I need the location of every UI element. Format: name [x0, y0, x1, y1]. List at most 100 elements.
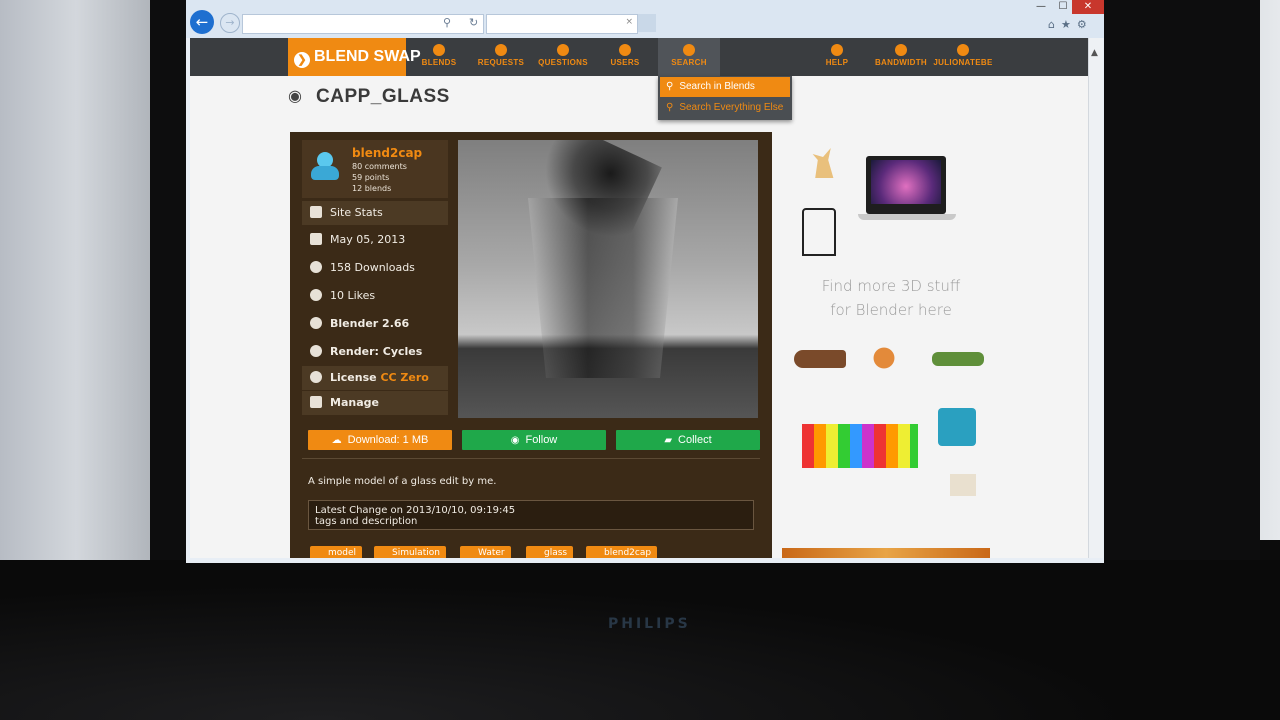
scroll-up-icon[interactable]: ▲ — [1091, 48, 1098, 58]
plants-model-thumb — [932, 352, 984, 366]
laptop-model-thumb — [866, 156, 946, 214]
back-button[interactable]: ← — [190, 10, 214, 34]
browser-toolbar: ← → ⚲ ↻ × — ☐ ✕ ⌂★⚙ — [186, 0, 1104, 38]
advertisement-panel[interactable]: Find more 3D stuff for Blender here — [786, 132, 996, 502]
search-icon: ⚲ — [666, 102, 674, 113]
collect-button[interactable]: ▰ Collect — [616, 430, 760, 450]
author-name[interactable]: blend2cap — [352, 146, 422, 160]
license-value[interactable]: CC Zero — [380, 371, 428, 384]
search-icon — [683, 44, 695, 56]
maximize-button[interactable]: ☐ — [1054, 0, 1072, 14]
monitor-screen: ← → ⚲ ↻ × — ☐ ✕ ⌂★⚙ ❯ BLEND SWAP BLENDS R… — [186, 0, 1104, 563]
divider — [302, 458, 760, 459]
blendswap-logo-icon: ❯ — [294, 52, 310, 68]
blends-icon — [433, 44, 445, 56]
calendar-icon — [310, 233, 322, 245]
new-tab-button[interactable] — [638, 14, 656, 32]
tag-simulation[interactable]: Simulation — [374, 546, 446, 558]
blend-card: blend2cap 80 comments 59 points 12 blend… — [290, 132, 772, 558]
tag-model[interactable]: model — [310, 546, 363, 558]
license-info[interactable]: License CC Zero — [302, 366, 448, 390]
follow-button[interactable]: ◉ Follow — [462, 430, 606, 450]
nav-user-account[interactable]: JULIONATEBE — [932, 38, 994, 76]
question-icon — [557, 44, 569, 56]
site-logo[interactable]: ❯ BLEND SWAP — [288, 38, 421, 76]
requests-icon — [495, 44, 507, 56]
blend-preview-image[interactable] — [458, 140, 758, 418]
jars-model-thumb — [938, 408, 976, 446]
users-icon — [619, 44, 631, 56]
glass-render — [528, 198, 678, 378]
site-nav: ❯ BLEND SWAP BLENDS REQUESTS QUESTIONS US… — [190, 38, 1088, 76]
bandwidth-icon — [895, 44, 907, 56]
help-icon — [831, 44, 843, 56]
blender-version: Blender 2.66 — [302, 311, 448, 337]
latest-change-note: tags and description — [315, 516, 418, 527]
author-blends: 12 blends — [352, 184, 392, 193]
blend-description: A simple model of a glass edit by me. — [308, 476, 497, 487]
folder-icon: ▰ — [664, 435, 673, 446]
desk-shadow — [0, 560, 1280, 720]
latest-change-date: Latest Change on 2013/10/10, 09:19:45 — [315, 505, 516, 516]
forward-button[interactable]: → — [220, 13, 240, 33]
nav-blends[interactable]: BLENDS — [408, 38, 470, 76]
heart-icon — [310, 289, 322, 301]
monitor-brand-label: PHILIPS — [608, 616, 691, 632]
nav-bandwidth[interactable]: BANDWIDTH — [870, 38, 932, 76]
search-icon[interactable]: ⚲ — [443, 16, 451, 29]
deer-model-thumb — [812, 148, 834, 178]
author-box: blend2cap 80 comments 59 points 12 blend… — [302, 140, 448, 198]
manage-icon — [310, 396, 322, 408]
latest-change-box: Latest Change on 2013/10/10, 09:19:45 ta… — [308, 500, 754, 530]
upload-date: May 05, 2013 — [302, 227, 448, 253]
like-count[interactable]: 10 Likes — [302, 283, 448, 309]
tag-blend2cap[interactable]: blend2cap — [586, 546, 658, 558]
nav-users[interactable]: USERS — [594, 38, 656, 76]
blender-icon — [310, 317, 322, 329]
vases-model-thumb — [866, 340, 902, 376]
eye-icon: ◉ — [510, 435, 520, 446]
refresh-icon[interactable]: ↻ — [469, 16, 478, 29]
nav-questions[interactable]: QUESTIONS — [532, 38, 594, 76]
ad-banner-bottom[interactable] — [782, 548, 990, 558]
render-engine: Render: Cycles — [302, 339, 448, 365]
minimize-button[interactable]: — — [1032, 0, 1050, 14]
tab-close-icon[interactable]: × — [625, 17, 633, 27]
home-icon[interactable]: ⌂ — [1048, 18, 1061, 31]
download-button[interactable]: ☁ Download: 1 MB — [308, 430, 452, 450]
search-icon: ⚲ — [666, 81, 674, 92]
star-icon[interactable]: ★ — [1061, 18, 1077, 31]
tag-water[interactable]: Water — [460, 546, 511, 558]
stats-icon — [310, 206, 322, 218]
ipods-model-thumb — [802, 424, 918, 468]
tag-glass[interactable]: glass — [526, 546, 574, 558]
nav-requests[interactable]: REQUESTS — [470, 38, 532, 76]
cloud-download-icon — [310, 261, 322, 273]
page-title: CAPP_GLASS — [316, 86, 450, 107]
cushion-model-thumb — [950, 474, 976, 496]
search-in-blends-option[interactable]: ⚲ Search in Blends — [660, 77, 790, 97]
page-scrollbar[interactable]: ▲ — [1088, 38, 1103, 558]
cc-license-icon — [310, 371, 322, 383]
search-everything-else-option[interactable]: ⚲ Search Everything Else — [660, 98, 790, 118]
avatar[interactable] — [308, 148, 342, 182]
chair-model-thumb — [802, 208, 836, 256]
browser-tab[interactable]: × — [486, 14, 638, 34]
gear-icon[interactable]: ⚙ — [1077, 18, 1093, 31]
search-dropdown: ⚲ Search in Blends ⚲ Search Everything Els… — [658, 76, 792, 120]
browser-toolbar-icons: ⌂★⚙ — [1048, 18, 1093, 31]
shoes-model-thumb — [794, 350, 846, 368]
laptop-base — [858, 214, 956, 220]
close-button[interactable]: ✕ — [1072, 0, 1104, 14]
manage-link[interactable]: Manage — [302, 391, 448, 415]
web-page: ❯ BLEND SWAP BLENDS REQUESTS QUESTIONS US… — [190, 38, 1088, 558]
logo-text: BLEND SWAP — [314, 48, 421, 65]
ad-call-to-action[interactable]: Find more 3D stuff for Blender here — [786, 274, 996, 322]
download-count: 158 Downloads — [302, 255, 448, 281]
author-comments: 80 comments — [352, 162, 407, 171]
nav-search[interactable]: SEARCH — [658, 38, 720, 76]
cloud-download-icon: ☁ — [331, 435, 342, 446]
address-bar[interactable]: ⚲ ↻ — [242, 14, 484, 34]
nav-help[interactable]: HELP — [806, 38, 868, 76]
site-stats-link[interactable]: Site Stats — [302, 201, 448, 225]
